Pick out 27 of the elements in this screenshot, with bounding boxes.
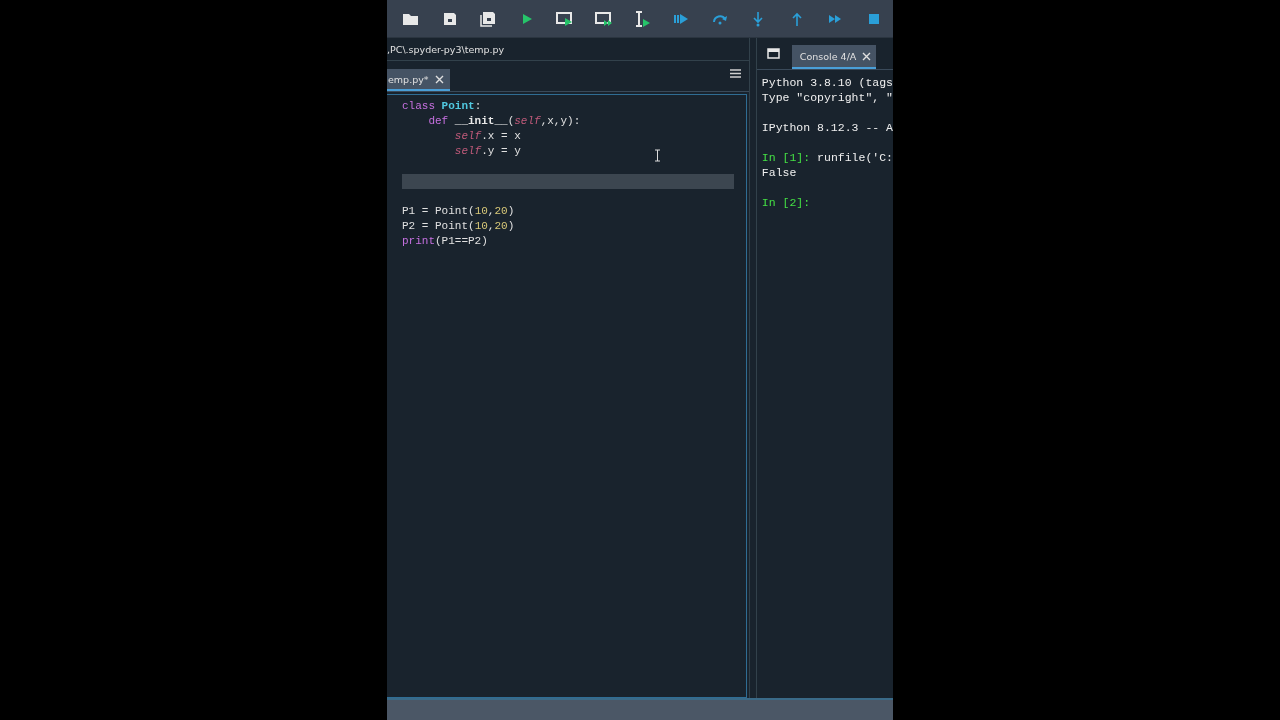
console-line: Python 3.8.10 (tags — [761, 75, 893, 90]
code-line: self.y = y — [453, 144, 521, 159]
run-selection-icon — [633, 10, 652, 27]
code-line: class Point: — [402, 99, 482, 114]
code-line: self.x = x — [453, 129, 521, 144]
console-line: In [1]: runfile('C: — [761, 150, 893, 165]
console-panel[interactable]: Python 3.8.10 (tags Type "copyright", " IPython 8.12.3 -- A In [1]: runfile('C: False In [2]: — [756, 70, 893, 698]
window-icon[interactable] — [766, 48, 780, 59]
code-line: P2 = Point(10,20) — [402, 219, 515, 234]
editor-tab[interactable]: emp.py* — [387, 69, 450, 91]
code-line: print(P1==P2) — [402, 234, 488, 249]
code-editor[interactable]: class Point: def __init__(self,x,y): self.x = x self.y = y P1 = Point(10,20) P2 = Point(10,20) print(P1==P2) — [387, 94, 747, 698]
close-icon[interactable] — [862, 51, 872, 61]
console-line: IPython 8.12.3 -- A — [761, 120, 893, 135]
console-line: Type "copyright", " — [761, 90, 893, 105]
menu-icon[interactable] — [729, 69, 741, 78]
code-line: P1 = Point(10,20) — [402, 204, 515, 219]
console-tab[interactable]: Console 4/A — [791, 45, 877, 69]
run-cell-advance-icon — [594, 10, 613, 27]
console-line: In [2]: — [761, 195, 812, 210]
code-line: def __init__(self,x,y): — [427, 114, 581, 129]
save-all-icon — [479, 10, 498, 27]
run-cell-icon — [556, 10, 575, 27]
console-line: False — [761, 165, 798, 180]
close-icon[interactable] — [434, 74, 444, 84]
text-cursor-icon — [654, 149, 661, 162]
file-path: ,PC\.spyder-py3\temp.py — [387, 38, 749, 61]
